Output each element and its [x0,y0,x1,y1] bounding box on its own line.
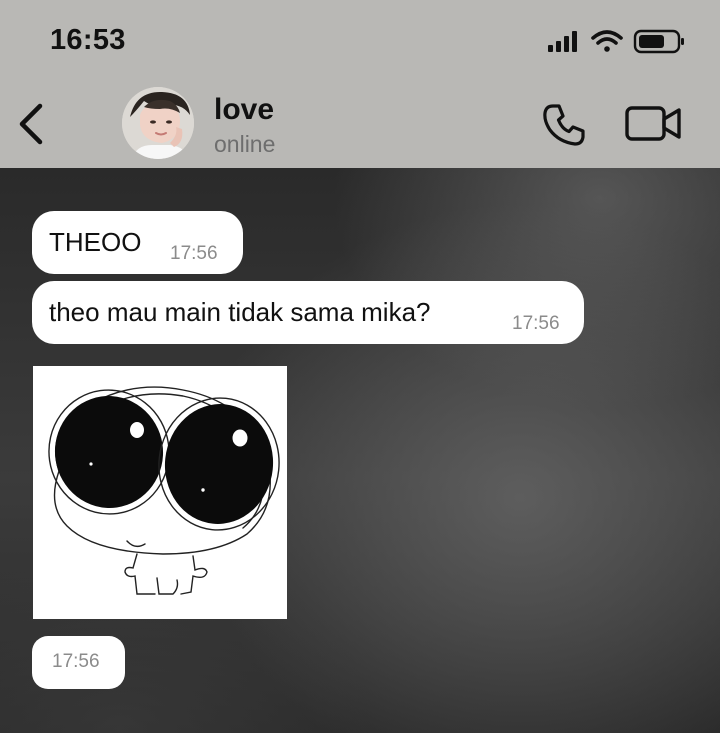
contact-avatar[interactable] [122,87,194,159]
message-time: 17:56 [52,651,100,672]
voice-call-button[interactable] [540,101,588,149]
status-icons [546,26,686,56]
contact-name[interactable]: love [214,93,274,127]
status-time: 16:53 [50,24,126,56]
chevron-left-icon [19,103,43,145]
chat-area[interactable]: THEOO 17:56 theo mau main tidak sama mik… [0,168,720,733]
battery-icon [633,29,684,54]
chat-header: 16:53 love online [0,0,720,168]
cellular-signal-icon [548,31,577,52]
message-time: 17:56 [170,243,218,264]
sticker-time-bubble: 17:56 [32,636,125,689]
video-camera-icon [625,106,681,141]
phone-icon [543,104,585,146]
message-bubble[interactable]: THEOO 17:56 [32,211,243,274]
message-text: theo mau main tidak sama mika? [49,297,431,327]
wifi-icon [591,30,623,52]
message-time: 17:56 [512,313,560,334]
sticker-message[interactable] [33,366,287,619]
message-text: THEOO [49,227,142,257]
message-bubble[interactable]: theo mau main tidak sama mika? 17:56 [32,281,584,344]
video-call-button[interactable] [624,104,684,144]
big-eyed-creature-sticker [33,366,287,619]
contact-status: online [214,131,276,157]
back-button[interactable] [14,100,54,148]
